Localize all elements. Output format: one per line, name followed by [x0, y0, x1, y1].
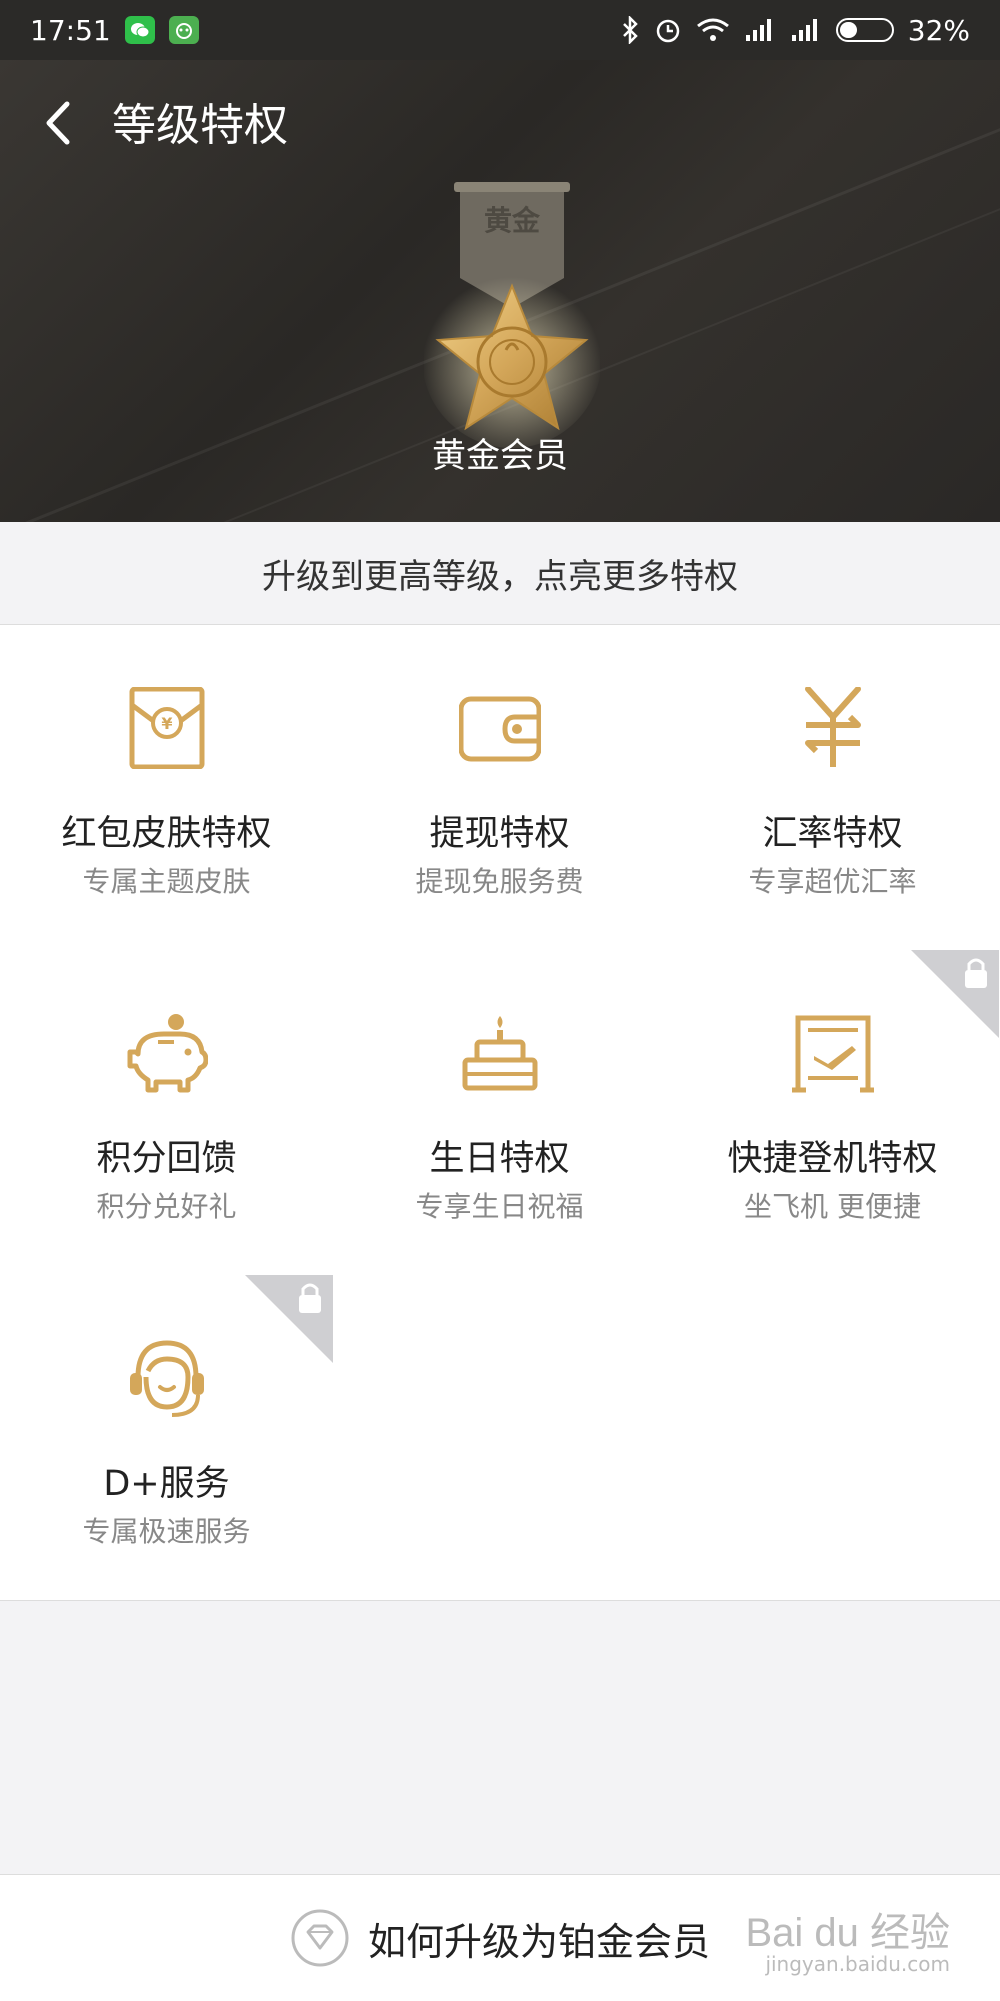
medal-ribbon-label: 黄金 — [484, 204, 541, 237]
status-bar: 17:51 32% — [0, 0, 1000, 60]
privilege-subtitle: 专属极速服务 — [82, 1515, 251, 1548]
privilege-subtitle: 专享超优汇率 — [748, 865, 917, 898]
upgrade-banner-text: 升级到更高等级，点亮更多特权 — [262, 556, 738, 597]
red-envelope-icon: ¥ — [129, 687, 205, 769]
boarding-gate-icon — [792, 1015, 874, 1093]
privilege-title: D+服务 — [103, 1464, 230, 1504]
back-button[interactable] — [36, 96, 80, 150]
locked-badge — [911, 950, 999, 1038]
privilege-subtitle: 专享生日祝福 — [415, 1190, 584, 1223]
privilege-card[interactable]: D+服务 专属极速服务 — [0, 1275, 333, 1600]
privilege-card[interactable]: 生日特权 专享生日祝福 — [333, 950, 666, 1275]
privilege-card[interactable]: 汇率特权 专享超优汇率 — [666, 625, 999, 950]
level-header: 等级特权 黄金 黄金会员 — [0, 60, 1000, 522]
upgrade-guide-text: 如何升级为铂金会员 — [367, 1919, 710, 1964]
privilege-title: 生日特权 — [429, 1139, 570, 1179]
svg-text:¥: ¥ — [161, 714, 172, 733]
signal-icon — [745, 19, 771, 41]
piggy-bank-icon — [127, 1014, 208, 1093]
bluetooth-icon — [622, 16, 638, 44]
wifi-icon — [696, 18, 729, 41]
privilege-subtitle: 坐飞机 更便捷 — [744, 1190, 921, 1223]
privilege-title: 提现特权 — [429, 814, 570, 854]
privilege-subtitle: 提现免服务费 — [415, 865, 584, 898]
privilege-card[interactable]: ¥ 红包皮肤特权 专属主题皮肤 — [0, 625, 333, 950]
upgrade-banner: 升级到更高等级，点亮更多特权 — [0, 522, 1000, 625]
battery-icon — [835, 18, 894, 42]
headset-agent-icon — [130, 1340, 204, 1417]
yen-exchange-icon — [805, 687, 861, 767]
diamond-icon — [291, 1909, 349, 1967]
privilege-title: 快捷登机特权 — [727, 1139, 938, 1179]
status-time: 17:51 — [30, 13, 111, 47]
privilege-title: 红包皮肤特权 — [61, 814, 272, 854]
battery-percent: 32% — [907, 13, 970, 47]
wallet-icon — [459, 696, 541, 762]
app-icon — [168, 16, 199, 44]
gold-medal-icon: 黄金 — [424, 182, 600, 448]
locked-badge — [245, 1275, 333, 1363]
watermark-url: jingyan.baidu.com — [765, 1952, 950, 1976]
privilege-card[interactable]: 积分回馈 积分兑好礼 — [0, 950, 333, 1275]
alarm-icon — [656, 19, 680, 43]
chevron-left-icon — [46, 101, 70, 145]
privilege-card[interactable]: 快捷登机特权 坐飞机 更便捷 — [666, 950, 999, 1275]
level-name: 黄金会员 — [432, 436, 568, 476]
privilege-title: 汇率特权 — [762, 814, 903, 854]
privilege-card[interactable]: 提现特权 提现免服务费 — [333, 625, 666, 950]
birthday-cake-icon — [462, 1016, 538, 1091]
signal-icon — [791, 19, 817, 41]
privilege-title: 积分回馈 — [96, 1139, 237, 1179]
privileges-grid: ¥ 红包皮肤特权 专属主题皮肤 提现特权 提现免服务费 汇率特权 专享超优汇率 — [0, 625, 1000, 1601]
watermark-logo: Bai du 经验 — [745, 1911, 950, 1955]
privilege-subtitle: 专属主题皮肤 — [82, 865, 251, 898]
empty-cell — [666, 1275, 999, 1600]
page-title: 等级特权 — [112, 100, 288, 151]
privilege-subtitle: 积分兑好礼 — [96, 1190, 237, 1223]
empty-cell — [333, 1275, 666, 1600]
wechat-icon — [124, 16, 155, 44]
